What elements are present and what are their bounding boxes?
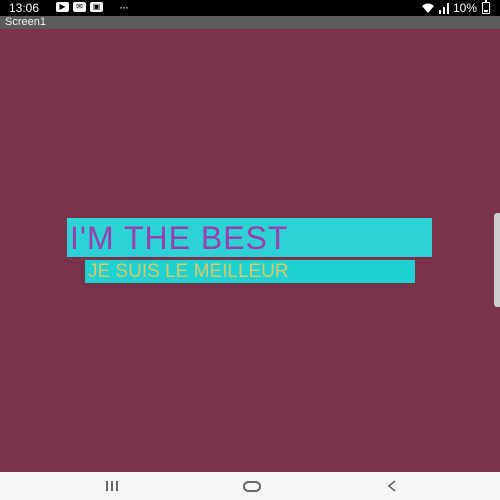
subtitle-label: JE SUIS LE MEILLEUR xyxy=(85,260,415,283)
wifi-icon xyxy=(421,3,434,13)
signal-icon xyxy=(438,3,449,14)
status-time: 13:06 xyxy=(9,1,40,15)
notification-icons: ▶ ✉ ▣ ··· xyxy=(56,0,129,14)
home-icon xyxy=(243,480,261,492)
home-button[interactable] xyxy=(222,472,282,500)
mail-icon: ✉ xyxy=(73,2,86,12)
screen-title: Screen1 xyxy=(0,16,500,29)
edge-panel-handle[interactable] xyxy=(494,213,500,307)
status-bar: 13:06 ▶ ✉ ▣ ··· 10% xyxy=(0,0,500,16)
recent-apps-button[interactable] xyxy=(82,472,142,500)
back-button[interactable] xyxy=(362,472,422,500)
gallery-icon: ▣ xyxy=(90,2,103,12)
navigation-bar xyxy=(0,472,500,500)
more-notifications-icon: ··· xyxy=(119,0,129,14)
youtube-icon: ▶ xyxy=(56,2,69,12)
status-right: 10% xyxy=(421,0,490,15)
battery-percent: 10% xyxy=(452,1,477,15)
recent-apps-icon xyxy=(106,481,118,491)
back-icon xyxy=(387,480,396,492)
battery-icon xyxy=(482,0,490,14)
title-label: I'M THE BEST xyxy=(67,218,432,257)
